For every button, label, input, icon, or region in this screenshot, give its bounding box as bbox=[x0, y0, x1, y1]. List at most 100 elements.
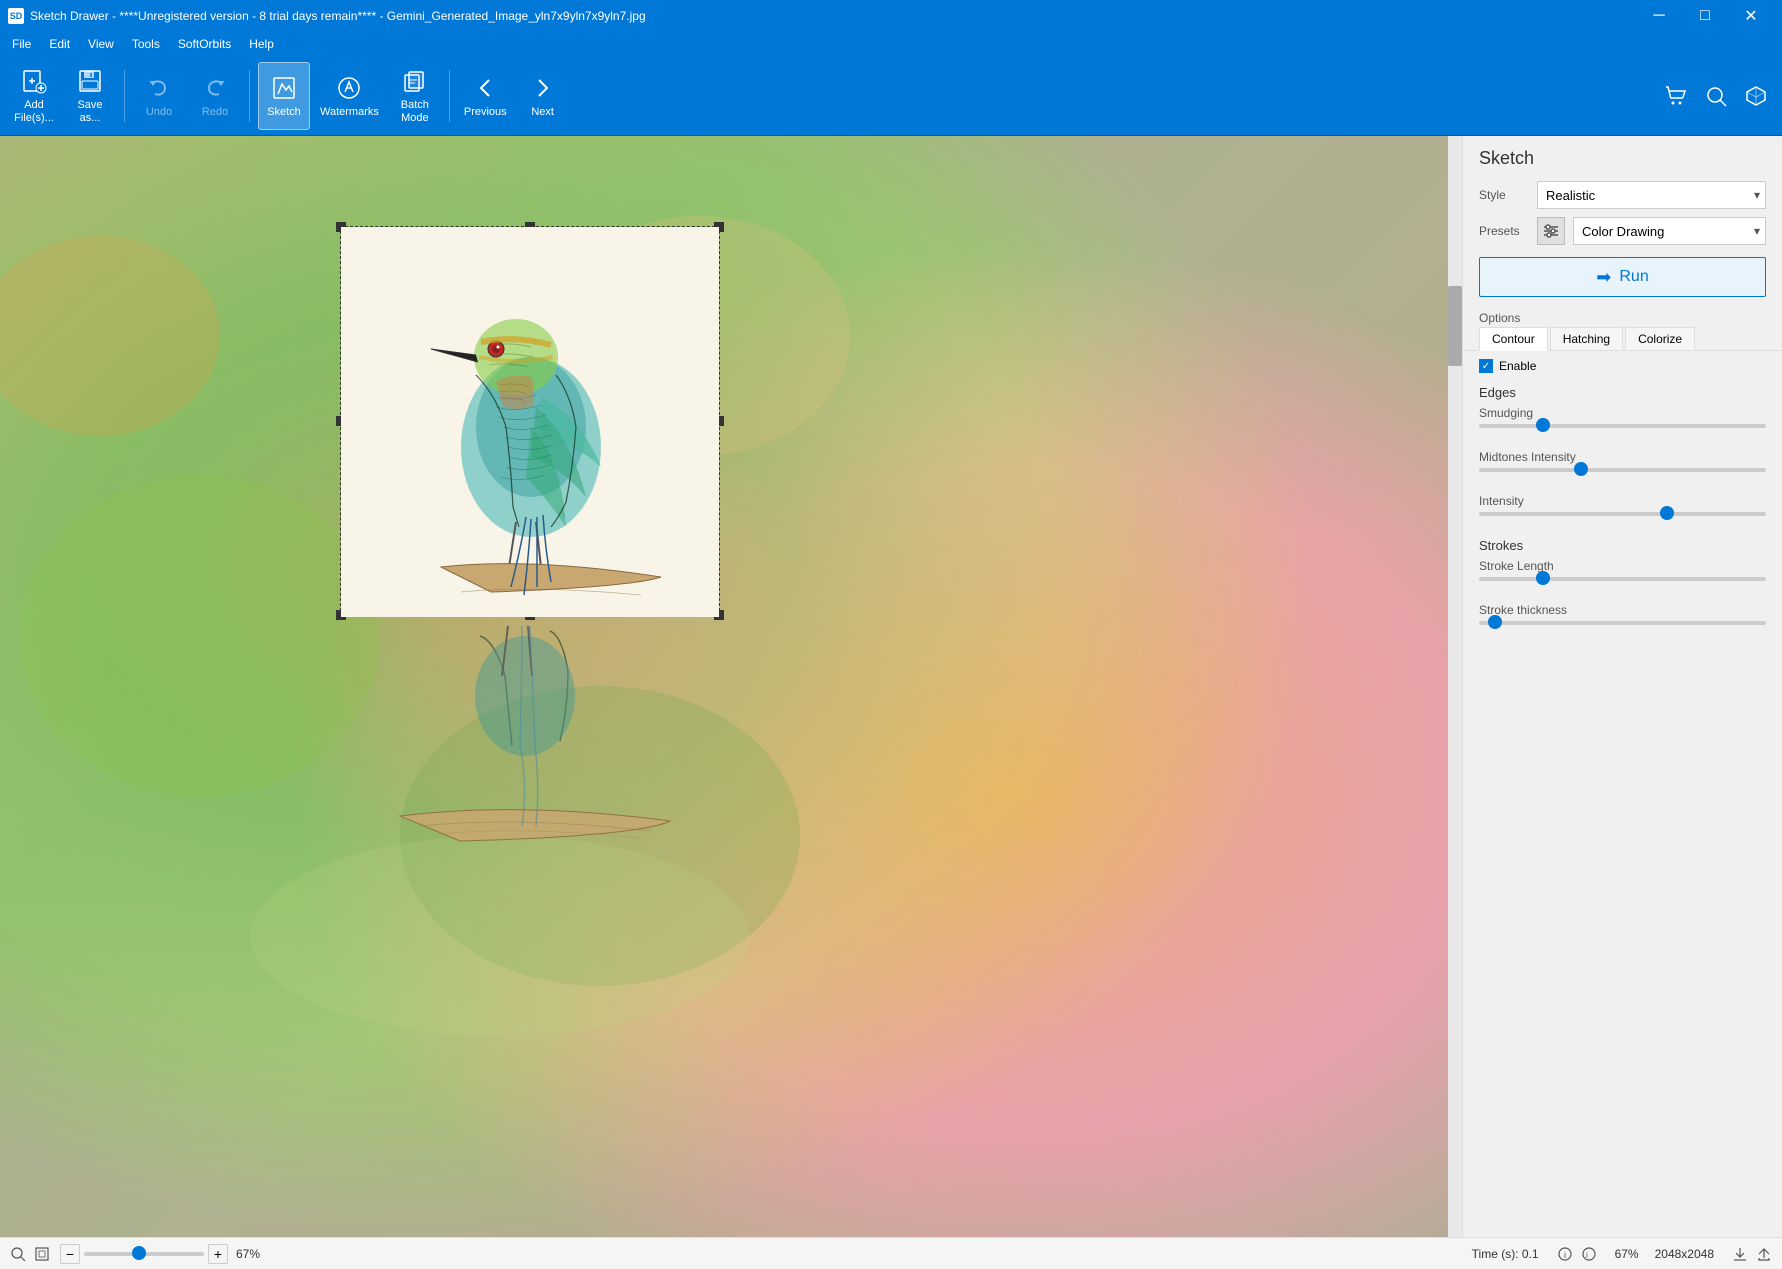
canvas-area[interactable] bbox=[0, 136, 1462, 1237]
style-select[interactable]: Realistic Pencil Charcoal Ink bbox=[1537, 181, 1766, 209]
presets-select-wrapper[interactable]: Color Drawing Black & White Pencil Sketc… bbox=[1573, 217, 1766, 245]
smudging-section: Smudging bbox=[1463, 402, 1782, 446]
midtones-slider[interactable] bbox=[1479, 468, 1766, 472]
time-status: Time (s): 0.1 bbox=[1472, 1247, 1539, 1261]
run-arrow-icon: ➡ bbox=[1596, 267, 1611, 288]
style-label: Style bbox=[1479, 188, 1529, 202]
search-icon-button[interactable] bbox=[1698, 78, 1734, 114]
midtones-section: Midtones Intensity bbox=[1463, 446, 1782, 490]
tab-hatching[interactable]: Hatching bbox=[1550, 327, 1623, 350]
vertical-scrollbar[interactable] bbox=[1448, 136, 1462, 1237]
menu-view[interactable]: View bbox=[80, 35, 122, 53]
menu-softorbits[interactable]: SoftOrbits bbox=[170, 35, 239, 53]
info-icon[interactable]: i bbox=[1555, 1244, 1575, 1264]
toolbar-right bbox=[1658, 78, 1774, 114]
midtones-thumb[interactable] bbox=[1574, 462, 1588, 476]
frame-icon[interactable] bbox=[32, 1244, 52, 1264]
smudging-label: Smudging bbox=[1479, 406, 1766, 420]
zoom-percent: 67% bbox=[1615, 1247, 1639, 1261]
sketch-label: Sketch bbox=[267, 106, 301, 119]
watermarks-button[interactable]: Watermarks bbox=[314, 62, 385, 130]
midtones-label: Midtones Intensity bbox=[1479, 450, 1766, 464]
stroke-thickness-section: Stroke thickness bbox=[1463, 599, 1782, 643]
enable-label: Enable bbox=[1499, 359, 1536, 373]
main-area: Sketch Style Realistic Pencil Charcoal I… bbox=[0, 136, 1782, 1237]
batch-mode-button[interactable]: BatchMode bbox=[389, 62, 441, 130]
bottom-left-icons bbox=[8, 1244, 52, 1264]
intensity-section: Intensity bbox=[1463, 490, 1782, 534]
toolbar: AddFile(s)... Saveas... Undo bbox=[0, 56, 1782, 136]
stroke-thickness-slider[interactable] bbox=[1479, 621, 1766, 625]
save-as-icon bbox=[74, 66, 106, 98]
stroke-length-thumb[interactable] bbox=[1536, 571, 1550, 585]
save-as-button[interactable]: Saveas... bbox=[64, 62, 116, 130]
stroke-thickness-thumb[interactable] bbox=[1488, 615, 1502, 629]
toolbar-sep-3 bbox=[449, 70, 450, 122]
stroke-thickness-label: Stroke thickness bbox=[1479, 603, 1766, 617]
options-tabs: Contour Hatching Colorize bbox=[1463, 327, 1782, 351]
svg-text:i: i bbox=[1586, 1251, 1588, 1260]
previous-button[interactable]: Previous bbox=[458, 62, 513, 130]
redo-button[interactable]: Redo bbox=[189, 62, 241, 130]
app-icon: SD bbox=[8, 8, 24, 24]
zoom-out-button[interactable]: − bbox=[60, 1244, 80, 1264]
presets-label: Presets bbox=[1479, 224, 1529, 238]
intensity-thumb[interactable] bbox=[1660, 506, 1674, 520]
close-button[interactable]: ✕ bbox=[1728, 0, 1774, 32]
scroll-thumb[interactable] bbox=[1448, 286, 1462, 366]
share-icon[interactable] bbox=[1754, 1244, 1774, 1264]
style-select-wrapper[interactable]: Realistic Pencil Charcoal Ink bbox=[1537, 181, 1766, 209]
info2-icon[interactable]: i bbox=[1579, 1244, 1599, 1264]
next-button[interactable]: Next bbox=[517, 62, 569, 130]
tab-contour[interactable]: Contour bbox=[1479, 327, 1548, 351]
redo-icon bbox=[199, 72, 231, 104]
title-bar: SD Sketch Drawer - ****Unregistered vers… bbox=[0, 0, 1782, 32]
menu-tools[interactable]: Tools bbox=[124, 35, 168, 53]
next-label: Next bbox=[531, 106, 554, 119]
enable-checkbox[interactable]: ✓ bbox=[1479, 359, 1493, 373]
menu-edit[interactable]: Edit bbox=[41, 35, 78, 53]
smudging-slider[interactable] bbox=[1479, 424, 1766, 428]
previous-label: Previous bbox=[464, 106, 507, 119]
strokes-title: Strokes bbox=[1463, 534, 1782, 555]
menu-help[interactable]: Help bbox=[241, 35, 282, 53]
batch-mode-icon bbox=[399, 66, 431, 98]
download-icon[interactable] bbox=[1730, 1244, 1750, 1264]
sketch-selection bbox=[340, 226, 720, 616]
tab-colorize[interactable]: Colorize bbox=[1625, 327, 1695, 350]
add-file-button[interactable]: AddFile(s)... bbox=[8, 62, 60, 130]
zoom-slider[interactable] bbox=[84, 1252, 204, 1256]
intensity-label: Intensity bbox=[1479, 494, 1766, 508]
cart-icon-button[interactable] bbox=[1658, 78, 1694, 114]
minimize-button[interactable]: ─ bbox=[1636, 0, 1682, 32]
sketch-button[interactable]: Sketch bbox=[258, 62, 310, 130]
zoom-slider-thumb[interactable] bbox=[132, 1246, 146, 1260]
stroke-length-section: Stroke Length bbox=[1463, 555, 1782, 599]
save-as-label: Saveas... bbox=[77, 99, 102, 125]
undo-label: Undo bbox=[146, 106, 172, 119]
run-label: Run bbox=[1619, 268, 1648, 286]
undo-button[interactable]: Undo bbox=[133, 62, 185, 130]
presets-select[interactable]: Color Drawing Black & White Pencil Sketc… bbox=[1573, 217, 1766, 245]
add-file-label: AddFile(s)... bbox=[14, 99, 54, 125]
smudging-thumb[interactable] bbox=[1536, 418, 1550, 432]
right-panel: Sketch Style Realistic Pencil Charcoal I… bbox=[1462, 136, 1782, 1237]
presets-icon[interactable] bbox=[1537, 217, 1565, 245]
intensity-slider[interactable] bbox=[1479, 512, 1766, 516]
stroke-length-slider[interactable] bbox=[1479, 577, 1766, 581]
watermarks-label: Watermarks bbox=[320, 106, 379, 119]
status-right: Time (s): 0.1 i i 67% 2048x2048 bbox=[1472, 1244, 1774, 1264]
toolbar-sep-1 bbox=[124, 70, 125, 122]
edges-title: Edges bbox=[1463, 381, 1782, 402]
run-button[interactable]: ➡ Run bbox=[1479, 257, 1766, 297]
dimensions: 2048x2048 bbox=[1655, 1247, 1714, 1261]
batch-mode-label: BatchMode bbox=[401, 99, 429, 125]
maximize-button[interactable]: □ bbox=[1682, 0, 1728, 32]
bottom-bar: − + 67% Time (s): 0.1 i i 67% 20 bbox=[0, 1237, 1782, 1269]
zoom-controls: − + 67% bbox=[60, 1244, 260, 1264]
previous-icon bbox=[469, 72, 501, 104]
zoom-in-button[interactable]: + bbox=[208, 1244, 228, 1264]
menu-file[interactable]: File bbox=[4, 35, 39, 53]
cube-icon-button[interactable] bbox=[1738, 78, 1774, 114]
zoom-icon[interactable] bbox=[8, 1244, 28, 1264]
